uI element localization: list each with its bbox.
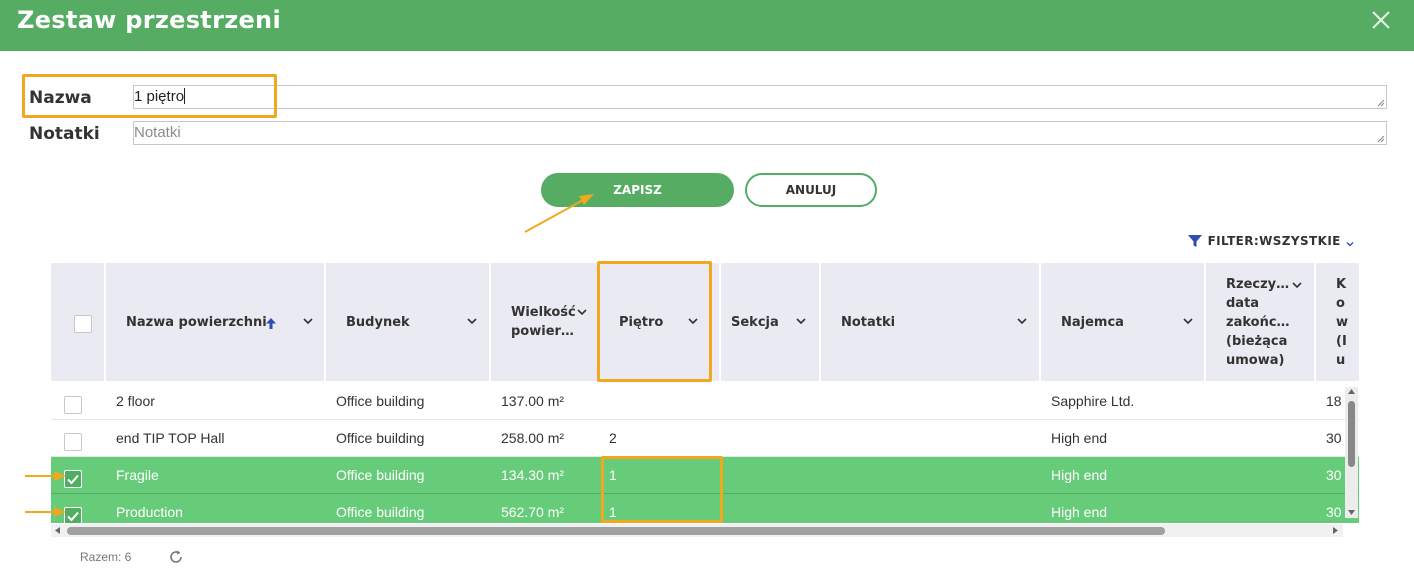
cell-floor: 1 bbox=[609, 467, 617, 483]
column-label: Budynek bbox=[346, 314, 410, 330]
funnel-icon bbox=[1188, 235, 1202, 247]
filter-dropdown[interactable]: FILTER:WSZYSTKIE bbox=[1187, 233, 1355, 251]
column-header-section[interactable]: Sekcja bbox=[721, 263, 821, 381]
scroll-right-icon[interactable] bbox=[1332, 526, 1339, 535]
save-button[interactable]: ZAPISZ bbox=[541, 173, 734, 207]
refresh-icon[interactable] bbox=[168, 549, 184, 565]
column-label: K o w (I u bbox=[1336, 276, 1349, 368]
cell-truncated: 30 bbox=[1326, 504, 1342, 520]
scroll-down-icon[interactable] bbox=[1347, 509, 1356, 516]
cell-tenant: High end bbox=[1051, 467, 1108, 483]
horizontal-scroll-thumb[interactable] bbox=[67, 527, 1165, 535]
checkmark-icon bbox=[67, 474, 79, 485]
name-input-value: 1 piętro bbox=[134, 88, 185, 105]
chevron-down-icon[interactable] bbox=[1291, 279, 1303, 291]
cell-tenant: High end bbox=[1051, 430, 1108, 446]
resize-grip-icon[interactable] bbox=[1377, 99, 1385, 107]
column-label: Notatki bbox=[841, 314, 896, 330]
cell-name: end TIP TOP Hall bbox=[116, 430, 225, 446]
cell-truncated: 18 bbox=[1326, 393, 1342, 409]
column-label: Najemca bbox=[1061, 314, 1124, 330]
row-checkbox-checked[interactable] bbox=[64, 507, 82, 523]
scroll-left-icon[interactable] bbox=[54, 526, 61, 535]
column-header-size[interactable]: Wielkość powier… bbox=[491, 263, 599, 381]
sort-ascending-icon[interactable] bbox=[265, 317, 277, 330]
cell-floor: 1 bbox=[609, 504, 617, 520]
cell-tenant: High end bbox=[1051, 504, 1108, 520]
cell-name: Production bbox=[116, 504, 183, 520]
chevron-down-icon[interactable] bbox=[687, 315, 699, 327]
column-header-notes[interactable]: Notatki bbox=[821, 263, 1041, 381]
select-all-header bbox=[51, 263, 106, 381]
chevron-down-icon[interactable] bbox=[576, 306, 588, 318]
cell-name: 2 floor bbox=[116, 393, 155, 409]
chevron-down-icon[interactable] bbox=[466, 315, 478, 327]
column-header-truncated[interactable]: K o w (I u bbox=[1316, 263, 1359, 381]
column-label: Piętro bbox=[619, 314, 664, 330]
cell-size: 258.00 m² bbox=[501, 430, 565, 446]
chevron-down-icon[interactable] bbox=[1182, 315, 1194, 327]
chevron-down-icon[interactable] bbox=[302, 315, 314, 327]
notes-label: Notatki bbox=[29, 124, 100, 144]
chevron-down-icon[interactable] bbox=[795, 315, 807, 327]
column-header-name[interactable]: Nazwa powierzchni bbox=[106, 263, 326, 381]
vertical-scroll-thumb[interactable] bbox=[1348, 401, 1355, 467]
column-header-building[interactable]: Budynek bbox=[326, 263, 491, 381]
cell-size: 137.00 m² bbox=[501, 393, 565, 409]
column-header-tenant[interactable]: Najemca bbox=[1041, 263, 1206, 381]
cell-building: Office building bbox=[336, 504, 425, 520]
chevron-down-icon bbox=[1346, 242, 1354, 247]
cell-size: 562.70 m² bbox=[501, 504, 565, 520]
horizontal-scrollbar[interactable] bbox=[51, 524, 1343, 537]
cell-truncated: 30 bbox=[1326, 430, 1342, 446]
table-row-selected[interactable]: Production Office building 562.70 m² 1 H… bbox=[51, 494, 1359, 523]
name-input[interactable]: 1 piętro bbox=[133, 85, 1387, 109]
chevron-down-icon[interactable] bbox=[1016, 315, 1028, 327]
cell-building: Office building bbox=[336, 430, 425, 446]
notes-input-placeholder: Notatki bbox=[134, 124, 181, 141]
cell-size: 134.30 m² bbox=[501, 467, 565, 483]
select-all-checkbox[interactable] bbox=[74, 315, 92, 333]
spaces-table: Nazwa powierzchni Budynek Wielkość powie… bbox=[51, 263, 1359, 523]
text-caret bbox=[184, 88, 186, 104]
column-header-end-date[interactable]: Rzeczy… data zakońc… (bieżąca umowa) bbox=[1206, 263, 1316, 381]
table-row-selected[interactable]: Fragile Office building 134.30 m² 1 High… bbox=[51, 457, 1359, 494]
vertical-scrollbar[interactable] bbox=[1345, 387, 1358, 518]
row-count: Razem: 6 bbox=[80, 550, 132, 564]
name-label: Nazwa bbox=[29, 88, 92, 108]
cell-name: Fragile bbox=[116, 467, 159, 483]
column-label: Rzeczy… data zakońc… (bieżąca umowa) bbox=[1226, 276, 1290, 368]
dialog-header: Zestaw przestrzeni bbox=[0, 0, 1414, 51]
cell-floor: 2 bbox=[609, 430, 617, 446]
dialog-title: Zestaw przestrzeni bbox=[17, 6, 281, 34]
column-label: Nazwa powierzchni bbox=[126, 314, 267, 330]
cell-building: Office building bbox=[336, 467, 425, 483]
notes-input[interactable]: Notatki bbox=[133, 121, 1387, 145]
cell-truncated: 30 bbox=[1326, 467, 1342, 483]
cell-building: Office building bbox=[336, 393, 425, 409]
close-icon[interactable] bbox=[1369, 8, 1393, 32]
row-checkbox-checked[interactable] bbox=[64, 470, 82, 488]
table-row[interactable]: 2 floor Office building 137.00 m² Sapphi… bbox=[51, 383, 1359, 420]
scroll-up-icon[interactable] bbox=[1347, 388, 1356, 395]
cell-tenant: Sapphire Ltd. bbox=[1051, 393, 1135, 409]
row-checkbox[interactable] bbox=[64, 396, 82, 414]
resize-grip-icon[interactable] bbox=[1377, 135, 1385, 143]
cancel-button[interactable]: ANULUJ bbox=[745, 173, 877, 207]
column-header-floor[interactable]: Piętro bbox=[599, 263, 721, 381]
checkmark-icon bbox=[67, 511, 79, 522]
column-label: Wielkość powier… bbox=[511, 305, 576, 339]
filter-label: FILTER:WSZYSTKIE bbox=[1207, 234, 1341, 248]
row-checkbox[interactable] bbox=[64, 433, 82, 451]
column-label: Sekcja bbox=[731, 314, 779, 330]
table-row[interactable]: end TIP TOP Hall Office building 258.00 … bbox=[51, 420, 1359, 457]
